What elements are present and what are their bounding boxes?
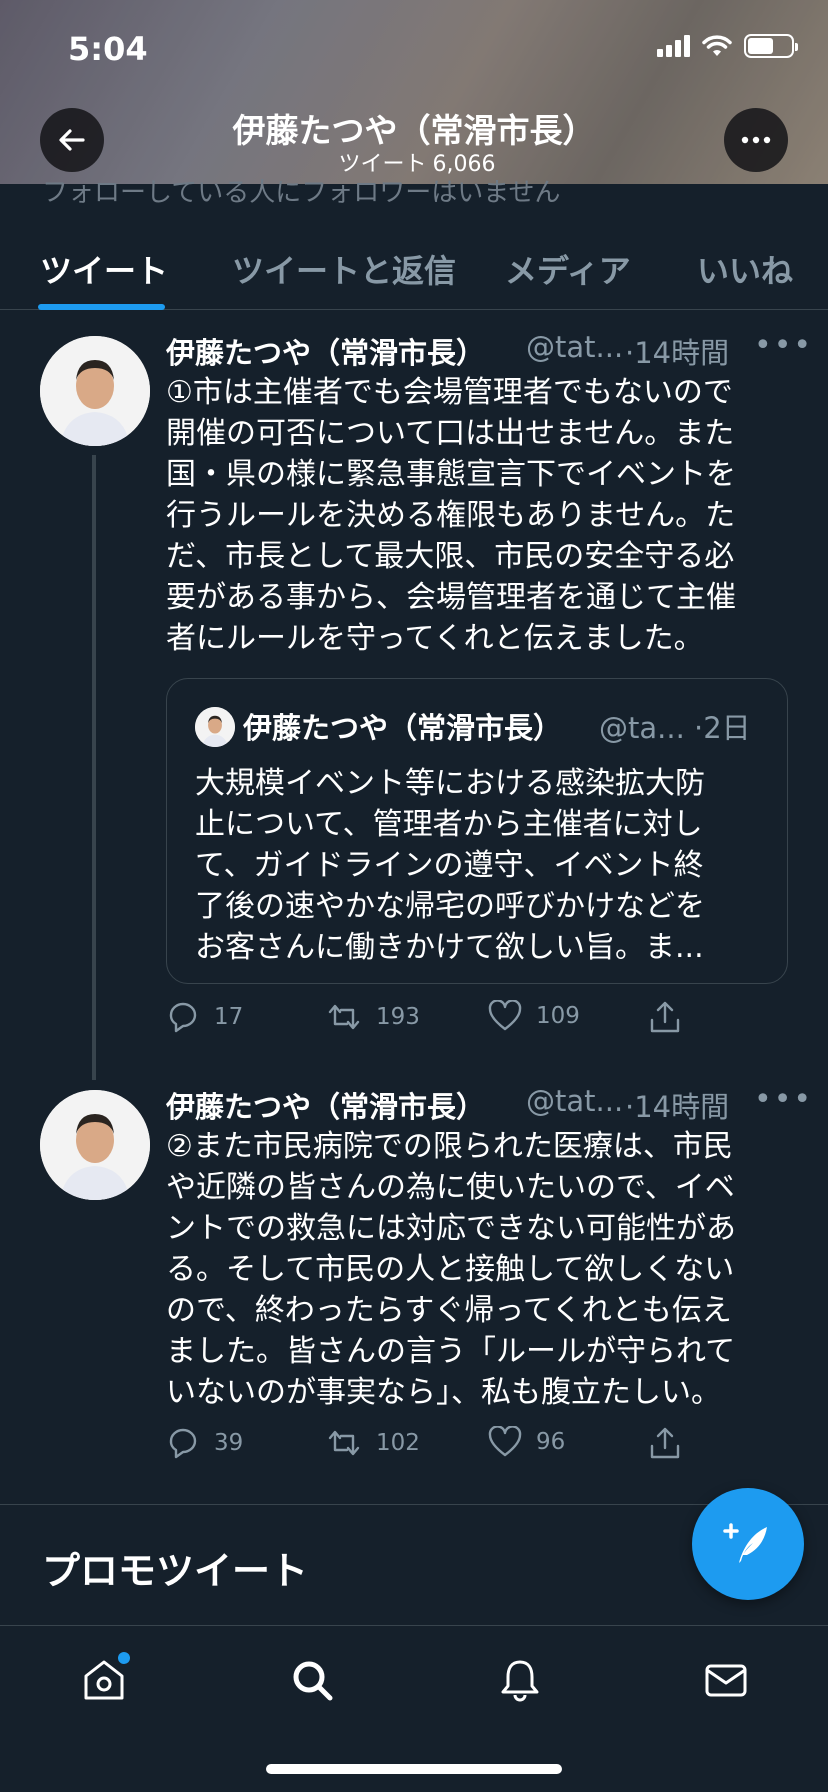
nav-search[interactable] [282, 1650, 342, 1710]
tweet-author-handle[interactable]: @tat... [526, 330, 623, 364]
retweet-count: 193 [376, 1004, 420, 1030]
tweet-text: ①市は主催者でも会場管理者でもないので 開催の可否について口は出せません。また … [166, 375, 736, 656]
more-options-button[interactable] [724, 108, 788, 172]
like-button[interactable]: 109 [488, 1000, 580, 1032]
reply-icon [169, 1428, 197, 1459]
retweet-icon [328, 1004, 360, 1030]
share-button[interactable] [648, 1000, 682, 1034]
avatar[interactable] [40, 336, 150, 446]
search-icon [293, 1661, 333, 1701]
heart-icon [488, 1426, 522, 1457]
avatar-photo [40, 336, 150, 446]
home-icon [84, 1660, 124, 1700]
compose-feather-icon [723, 1523, 767, 1563]
quoted-avatar [195, 707, 235, 747]
retweet-count: 102 [376, 1430, 420, 1456]
reply-icon [169, 1002, 197, 1033]
quoted-handle: @ta... ·2日 [599, 711, 751, 745]
like-button[interactable]: 96 [488, 1426, 565, 1458]
header-title: 伊藤たつや（常滑市長） [232, 111, 596, 150]
notification-dot [118, 1652, 130, 1664]
tweet-author-handle[interactable]: @tat... [526, 1084, 623, 1118]
tweet-more-icon[interactable]: ••• [754, 328, 813, 363]
like-count: 96 [536, 1429, 566, 1455]
nav-home[interactable] [74, 1650, 134, 1710]
tab-media[interactable]: メディア [505, 246, 631, 292]
nav-messages[interactable] [696, 1650, 756, 1710]
tweet-timestamp[interactable]: ·14時間 [625, 1084, 729, 1126]
heart-icon [488, 1000, 522, 1031]
quoted-author-name: 伊藤たつや（常滑市長） [243, 711, 563, 745]
avatar-photo [40, 1090, 150, 1200]
profile-header-banner: 5:04 伊藤たつや（常滑市長） ツイート 6,066 [0, 0, 828, 184]
status-time: 5:04 [68, 30, 148, 68]
reply-count: 39 [214, 1430, 244, 1456]
promoted-tweets-heading: プロモツイート [42, 1549, 309, 1593]
tweet-timestamp[interactable]: ·14時間 [625, 330, 729, 372]
retweet-icon [328, 1430, 360, 1456]
tab-tweets[interactable]: ツイート [40, 246, 168, 292]
avatar[interactable] [40, 1090, 150, 1200]
tweet-author-name[interactable]: 伊藤たつや（常滑市長） [166, 1084, 485, 1126]
mail-icon [705, 1664, 747, 1697]
like-count: 109 [536, 1003, 580, 1029]
tab-likes[interactable]: いいね [697, 246, 793, 292]
tweet-author-name[interactable]: 伊藤たつや（常滑市長） [166, 330, 485, 372]
reply-button[interactable]: 17 [166, 1000, 243, 1034]
header-tweet-count: ツイート 6,066 [338, 152, 496, 177]
tweet-actions: 39 102 96 [166, 1426, 686, 1470]
profile-tabs: ツイート ツイートと返信 メディア いいね [0, 236, 828, 310]
tab-tweets-and-replies[interactable]: ツイートと返信 [232, 246, 456, 292]
wifi-icon [702, 35, 732, 56]
more-icon [741, 136, 771, 144]
share-button[interactable] [648, 1426, 682, 1460]
battery-icon [744, 34, 798, 58]
nav-notifications[interactable] [490, 1650, 550, 1710]
signal-icon [657, 35, 690, 57]
active-tab-indicator [38, 304, 165, 310]
quoted-tweet[interactable]: 伊藤たつや（常滑市長） @ta... ·2日 大規模イベント等における感染拡大防… [166, 678, 788, 984]
status-icons [657, 34, 798, 58]
tweet-more-icon[interactable]: ••• [754, 1082, 813, 1117]
bell-icon [501, 1660, 539, 1702]
thread-line [92, 455, 96, 1080]
tweet-actions: 17 193 109 [166, 1000, 686, 1044]
share-icon [650, 1427, 680, 1459]
retweet-button[interactable]: 193 [326, 1000, 420, 1034]
home-indicator [266, 1764, 562, 1774]
retweet-button[interactable]: 102 [326, 1426, 420, 1460]
reply-button[interactable]: 39 [166, 1426, 243, 1460]
tweet-text: ②また市民病院での限られた医療は、市民 や近隣の皆さんの為に使いたいので、イベ … [166, 1129, 736, 1410]
quoted-text: 大規模イベント等における感染拡大防 止について、管理者から主催者に対し て、ガイ… [195, 766, 705, 965]
share-icon [650, 1001, 680, 1033]
reply-count: 17 [214, 1004, 244, 1030]
compose-tweet-button[interactable] [692, 1488, 804, 1600]
section-divider [0, 1504, 828, 1505]
